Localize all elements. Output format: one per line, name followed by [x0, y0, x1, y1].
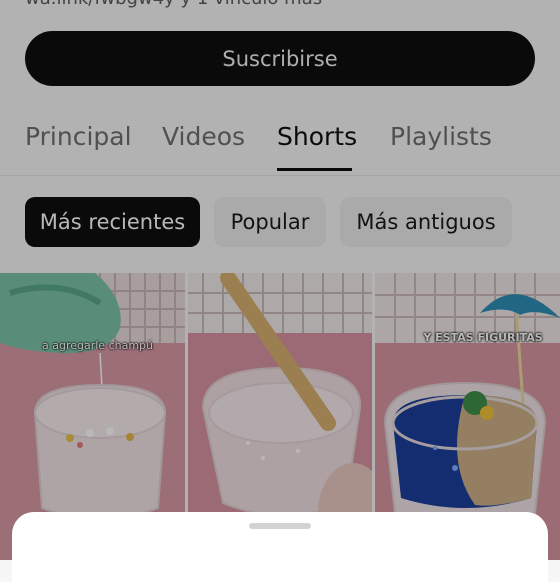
filter-mas-recientes[interactable]: Más recientes — [25, 197, 200, 247]
subscribe-button[interactable]: Suscribirse — [25, 31, 535, 86]
sheet-drag-handle[interactable] — [249, 523, 311, 529]
filter-popular[interactable]: Popular — [214, 197, 326, 247]
channel-links[interactable]: wa.link/fwbgw4y y 1 vínculo más — [25, 0, 322, 9]
tab-playlists[interactable]: Playlists — [390, 122, 492, 151]
channel-tabs: Principal Videos Shorts Playlists — [0, 100, 560, 176]
short-caption: Y ESTAS FIGURITAS — [423, 331, 543, 344]
tab-principal[interactable]: Principal — [25, 122, 132, 151]
short-caption: a agregarle champú — [42, 339, 154, 352]
tab-videos[interactable]: Videos — [162, 122, 245, 151]
filter-mas-antiguos[interactable]: Más antiguos — [340, 197, 512, 247]
active-tab-indicator — [277, 168, 352, 171]
tab-shorts[interactable]: Shorts — [277, 122, 357, 151]
bottom-sheet — [12, 512, 548, 582]
